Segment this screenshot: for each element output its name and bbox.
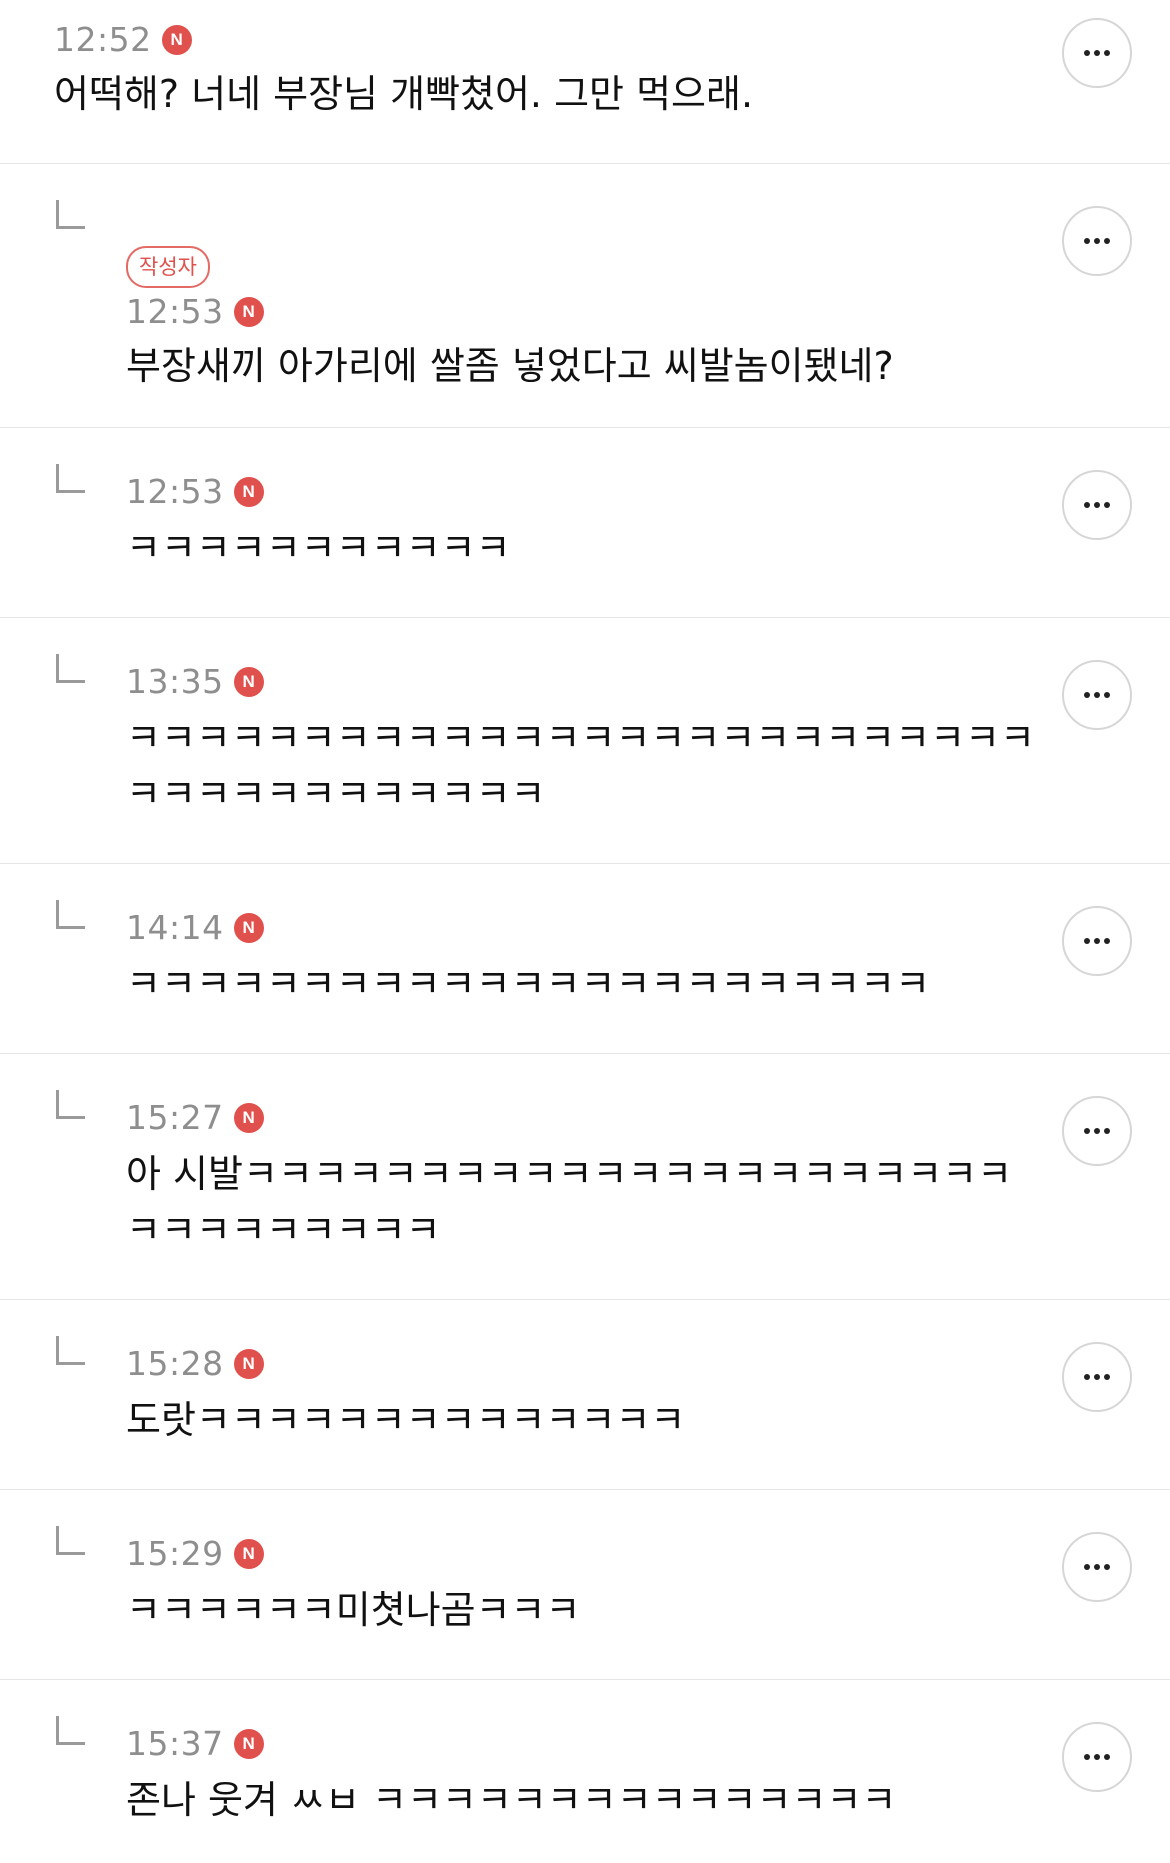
comment-meta: 15:37 N <box>126 1724 264 1763</box>
comment-meta: 14:14 N <box>126 908 264 947</box>
more-options-button[interactable] <box>1062 1342 1132 1412</box>
comment-time: 15:28 <box>126 1344 224 1383</box>
more-options-button[interactable] <box>1062 18 1132 88</box>
comment-meta: 15:27 N <box>126 1098 264 1137</box>
comment-meta: 15:28 N <box>126 1344 264 1383</box>
comment-thread: 12:52 N 어떡해? 너네 부장님 개빡쳤어. 그만 먹으래. 작성자 12… <box>0 0 1170 1860</box>
more-options-icon <box>1084 1128 1090 1134</box>
comment-item: 12:52 N 어떡해? 너네 부장님 개빡쳤어. 그만 먹으래. <box>0 0 1170 164</box>
new-badge-icon: N <box>233 296 264 327</box>
reply-arrow-icon <box>56 900 85 929</box>
more-options-icon-dot <box>1094 50 1100 56</box>
more-options-button[interactable] <box>1062 660 1132 730</box>
reply-arrow-icon <box>56 1716 85 1745</box>
reply-arrow-icon <box>56 1090 85 1119</box>
more-options-icon-dot <box>1104 1128 1110 1134</box>
more-options-icon-dot <box>1094 1564 1100 1570</box>
comment-item: 15:28 N 도랏ㅋㅋㅋㅋㅋㅋㅋㅋㅋㅋㅋㅋㅋㅋ <box>0 1300 1170 1490</box>
new-badge-icon: N <box>233 666 264 697</box>
more-options-icon <box>1084 1754 1090 1760</box>
new-badge-icon: N <box>233 912 264 943</box>
more-options-icon <box>1084 1374 1090 1380</box>
comment-time: 15:37 <box>126 1724 224 1763</box>
more-options-icon <box>1084 938 1090 944</box>
more-options-button[interactable] <box>1062 1532 1132 1602</box>
comment-time: 12:52 <box>54 20 152 59</box>
more-options-icon-dot <box>1094 692 1100 698</box>
reply-arrow-icon <box>56 464 85 493</box>
author-tag: 작성자 <box>126 246 210 288</box>
more-options-button[interactable] <box>1062 1722 1132 1792</box>
comment-time: 15:27 <box>126 1098 224 1137</box>
comment-time: 13:35 <box>126 662 224 701</box>
comment-text: ㅋㅋㅋㅋㅋㅋㅋㅋㅋㅋㅋㅋㅋㅋㅋㅋㅋㅋㅋㅋㅋㅋㅋㅋㅋㅋㅋㅋㅋㅋㅋㅋㅋㅋㅋㅋㅋㅋ <box>126 716 1035 816</box>
new-badge-icon: N <box>233 476 264 507</box>
comment-item: 12:53 N ㅋㅋㅋㅋㅋㅋㅋㅋㅋㅋㅋ <box>0 428 1170 618</box>
more-options-icon-dot <box>1104 502 1110 508</box>
new-badge-icon: N <box>233 1538 264 1569</box>
more-options-icon-dot <box>1104 938 1110 944</box>
more-options-button[interactable] <box>1062 206 1132 276</box>
comment-text: 부장새끼 아가리에 쌀좀 넣었다고 씨발놈이됐네? <box>126 344 894 388</box>
comment-item: 14:14 N ㅋㅋㅋㅋㅋㅋㅋㅋㅋㅋㅋㅋㅋㅋㅋㅋㅋㅋㅋㅋㅋㅋㅋ <box>0 864 1170 1054</box>
comment-time: 12:53 <box>126 292 224 331</box>
comment-meta: 12:52 N <box>54 20 192 59</box>
more-options-icon-dot <box>1104 1374 1110 1380</box>
more-options-icon-dot <box>1094 238 1100 244</box>
new-badge-icon: N <box>161 24 192 55</box>
comment-text: 어떡해? 너네 부장님 개빡쳤어. 그만 먹으래. <box>54 72 754 116</box>
more-options-icon-dot <box>1104 1754 1110 1760</box>
reply-arrow-icon <box>56 654 85 683</box>
new-badge-icon: N <box>233 1728 264 1759</box>
reply-arrow-icon <box>56 1336 85 1365</box>
more-options-icon-dot <box>1104 1564 1110 1570</box>
more-options-icon-dot <box>1094 1374 1100 1380</box>
comment-time: 15:29 <box>126 1534 224 1573</box>
comment-text: 존나 웃겨 ㅆㅂ ㅋㅋㅋㅋㅋㅋㅋㅋㅋㅋㅋㅋㅋㅋㅋ <box>126 1778 897 1822</box>
more-options-icon-dot <box>1104 238 1110 244</box>
more-options-icon-dot <box>1104 692 1110 698</box>
more-options-button[interactable] <box>1062 470 1132 540</box>
comment-item: 15:37 N 존나 웃겨 ㅆㅂ ㅋㅋㅋㅋㅋㅋㅋㅋㅋㅋㅋㅋㅋㅋㅋ <box>0 1680 1170 1860</box>
comment-meta: 12:53 N <box>126 472 264 511</box>
more-options-icon-dot <box>1094 1128 1100 1134</box>
more-options-icon-dot <box>1094 938 1100 944</box>
reply-arrow-icon <box>56 200 85 229</box>
more-options-icon-dot <box>1094 1754 1100 1760</box>
more-options-icon-dot <box>1094 502 1100 508</box>
more-options-icon <box>1084 50 1090 56</box>
new-badge-icon: N <box>233 1102 264 1133</box>
comment-meta: 12:53 N <box>126 292 264 331</box>
more-options-icon <box>1084 1564 1090 1570</box>
comment-item: 15:27 N 아 시발ㅋㅋㅋㅋㅋㅋㅋㅋㅋㅋㅋㅋㅋㅋㅋㅋㅋㅋㅋㅋㅋㅋㅋㅋㅋㅋㅋㅋ… <box>0 1054 1170 1300</box>
comment-item: 작성자 12:53 N 부장새끼 아가리에 쌀좀 넣었다고 씨발놈이됐네? <box>0 164 1170 428</box>
more-options-icon-dot <box>1104 50 1110 56</box>
comment-text: 도랏ㅋㅋㅋㅋㅋㅋㅋㅋㅋㅋㅋㅋㅋㅋ <box>126 1398 686 1442</box>
comment-item: 15:29 N ㅋㅋㅋㅋㅋㅋ미쳣나곰ㅋㅋㅋ <box>0 1490 1170 1680</box>
comment-time: 12:53 <box>126 472 224 511</box>
more-options-button[interactable] <box>1062 1096 1132 1166</box>
more-options-button[interactable] <box>1062 906 1132 976</box>
comment-text: ㅋㅋㅋㅋㅋㅋㅋㅋㅋㅋㅋㅋㅋㅋㅋㅋㅋㅋㅋㅋㅋㅋㅋ <box>126 962 931 1006</box>
more-options-icon <box>1084 238 1090 244</box>
more-options-icon <box>1084 692 1090 698</box>
reply-arrow-icon <box>56 1526 85 1555</box>
new-badge-icon: N <box>233 1348 264 1379</box>
comment-meta: 15:29 N <box>126 1534 264 1573</box>
comment-text: ㅋㅋㅋㅋㅋㅋ미쳣나곰ㅋㅋㅋ <box>126 1588 581 1632</box>
comment-meta: 13:35 N <box>126 662 264 701</box>
comment-text: 아 시발ㅋㅋㅋㅋㅋㅋㅋㅋㅋㅋㅋㅋㅋㅋㅋㅋㅋㅋㅋㅋㅋㅋㅋㅋㅋㅋㅋㅋㅋㅋㅋ <box>126 1152 1013 1252</box>
comment-item: 13:35 N ㅋㅋㅋㅋㅋㅋㅋㅋㅋㅋㅋㅋㅋㅋㅋㅋㅋㅋㅋㅋㅋㅋㅋㅋㅋㅋㅋㅋㅋㅋㅋㅋ… <box>0 618 1170 864</box>
more-options-icon <box>1084 502 1090 508</box>
comment-text: ㅋㅋㅋㅋㅋㅋㅋㅋㅋㅋㅋ <box>126 526 511 570</box>
comment-time: 14:14 <box>126 908 224 947</box>
